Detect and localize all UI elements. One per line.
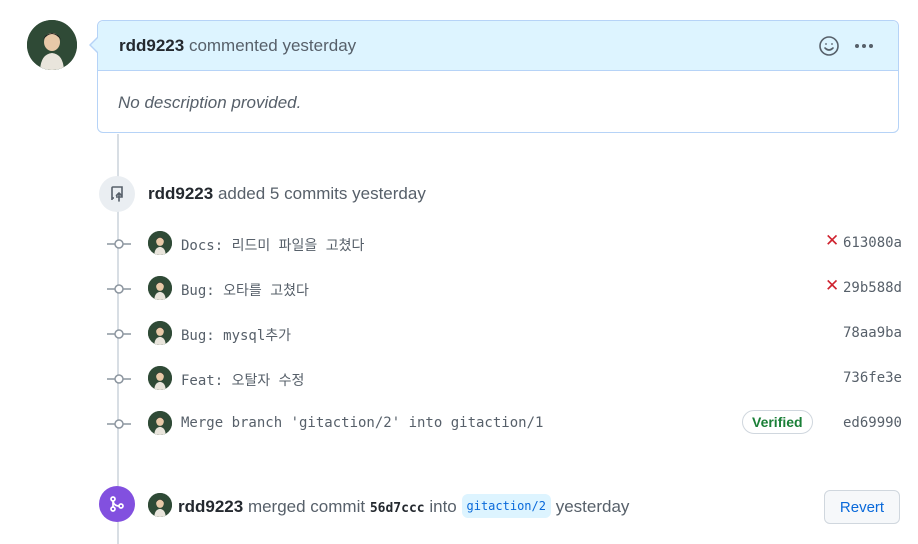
smiley-icon[interactable] [817, 34, 841, 58]
branch-name-link[interactable]: gitaction/2 [461, 494, 551, 518]
git-commit-icon [107, 237, 131, 251]
commit-row: Docs: 리드미 파일을 고쳤다 ✕ 613080a [107, 229, 902, 259]
commit-message-link[interactable]: Bug: mysql추가 [181, 325, 291, 345]
kebab-horizontal-icon[interactable] [852, 34, 876, 58]
commit-row: Bug: mysql추가 78aa9ba [107, 319, 902, 349]
commit-message-link[interactable]: Merge branch 'gitaction/2' into gitactio… [181, 415, 543, 431]
git-merge-icon [110, 496, 124, 512]
commit-message-link[interactable]: Feat: 오탈자 수정 [181, 370, 304, 390]
merge-event-text: rdd9223 merged commit 56d7ccc into gitac… [178, 494, 629, 519]
comment-box: rdd9223 commented yesterday No descripti… [89, 20, 899, 133]
commit-sha-link[interactable]: 613080a [843, 235, 902, 251]
comment-caret-fill [91, 37, 99, 53]
push-event-text: rdd9223 added 5 commits yesterday [148, 184, 426, 204]
x-icon[interactable]: ✕ [825, 232, 839, 249]
commit-message-link[interactable]: Docs: 리드미 파일을 고쳤다 [181, 235, 364, 255]
comment-header: rdd9223 commented yesterday [91, 21, 898, 71]
merge-action: merged commit [247, 497, 366, 516]
x-icon[interactable]: ✕ [825, 277, 839, 294]
git-commit-icon [107, 282, 131, 296]
push-action: added 5 commits yesterday [217, 184, 426, 203]
git-commit-icon [107, 417, 131, 431]
git-commit-icon [107, 372, 131, 386]
revert-button[interactable]: Revert [824, 490, 900, 524]
comment-action: commented yesterday [188, 36, 357, 55]
push-author-link[interactable]: rdd9223 [148, 184, 213, 203]
commit-sha-link[interactable]: 78aa9ba [843, 325, 902, 341]
comment-body: No description provided. [118, 93, 302, 112]
commit-author-avatar[interactable] [148, 231, 172, 255]
commit-row: Merge branch 'gitaction/2' into gitactio… [107, 409, 902, 439]
commit-sha-link[interactable]: ed69990 [843, 415, 902, 431]
merge-into: into [429, 497, 457, 516]
author-avatar[interactable] [27, 20, 77, 70]
commit-author-avatar[interactable] [148, 411, 172, 435]
commit-message-link[interactable]: Bug: 오타를 고쳤다 [181, 280, 309, 300]
verified-badge[interactable]: Verified [742, 410, 813, 434]
merge-author-avatar[interactable] [148, 493, 172, 517]
commit-row: Feat: 오탈자 수정 736fe3e [107, 364, 902, 394]
comment-title: rdd9223 commented yesterday [119, 36, 356, 56]
repo-push-icon [111, 186, 123, 202]
commit-sha-link[interactable]: 29b588d [843, 280, 902, 296]
commit-sha-link[interactable]: 736fe3e [843, 370, 902, 386]
commit-author-avatar[interactable] [148, 276, 172, 300]
avatar-image [27, 20, 77, 70]
repo-push-badge [99, 176, 135, 212]
commit-row: Bug: 오타를 고쳤다 ✕ 29b588d [107, 274, 902, 304]
merge-time: yesterday [555, 497, 630, 516]
merge-author-link[interactable]: rdd9223 [178, 497, 243, 516]
git-commit-icon [107, 327, 131, 341]
git-merge-badge [99, 486, 135, 522]
commit-author-avatar[interactable] [148, 321, 172, 345]
merged-commit-sha-link[interactable]: 56d7ccc [370, 501, 425, 516]
commit-author-avatar[interactable] [148, 366, 172, 390]
comment-author-link[interactable]: rdd9223 [119, 36, 184, 55]
